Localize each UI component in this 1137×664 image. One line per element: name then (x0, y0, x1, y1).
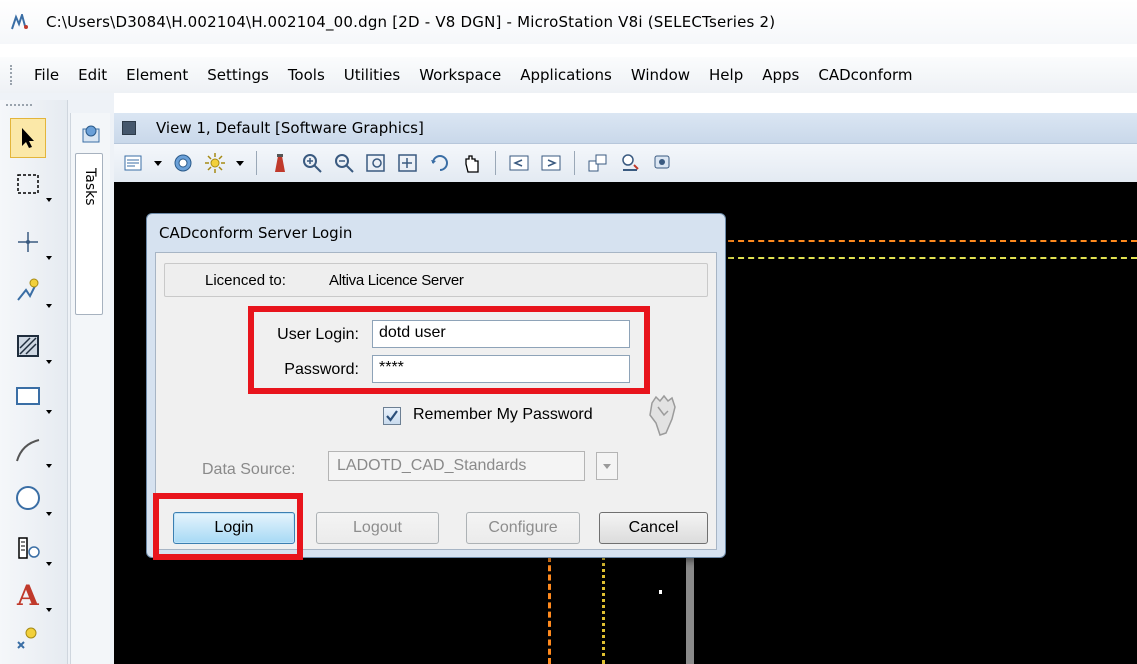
menu-utilities[interactable]: Utilities (344, 66, 400, 84)
view-toggles-icon[interactable] (651, 152, 673, 174)
menu-file[interactable]: File (34, 66, 59, 84)
menu-window[interactable]: Window (631, 66, 690, 84)
pan-view-icon[interactable] (461, 152, 483, 174)
vertical-dashed-line-orange (548, 556, 551, 664)
lighting-icon[interactable] (204, 152, 226, 174)
tab-tasks[interactable]: Tasks (75, 153, 103, 315)
licence-value: Altiva Licence Server (329, 272, 464, 289)
logout-button[interactable]: Logout (316, 512, 439, 544)
circle-icon[interactable] (10, 478, 52, 518)
clip-volume-icon[interactable] (619, 152, 641, 174)
view-next-icon[interactable] (540, 152, 562, 174)
vertical-gray-line (686, 556, 694, 664)
view-previous-icon[interactable] (508, 152, 530, 174)
tasks-label: Tasks (82, 168, 98, 206)
data-source-dropdown-button[interactable] (596, 452, 618, 480)
place-point-icon[interactable] (10, 222, 52, 262)
remember-password-label[interactable]: Remember My Password (413, 406, 593, 424)
data-source-label: Data Source: (202, 461, 296, 478)
text-icon[interactable]: A (10, 574, 52, 614)
hand-key-icon (642, 393, 682, 443)
tasks-icon[interactable] (81, 123, 103, 145)
dashed-line-orange (728, 240, 1137, 242)
view-title-bar: View 1, Default [Software Graphics] (114, 113, 1137, 144)
hatch-icon[interactable] (10, 326, 52, 366)
main-tool-palette: A (0, 100, 68, 664)
view-toolbar (114, 144, 1137, 182)
menu-element[interactable]: Element (126, 66, 188, 84)
remember-password-checkbox[interactable] (383, 407, 401, 425)
window-area-icon[interactable] (365, 152, 387, 174)
licence-label: Licenced to: (205, 272, 286, 289)
svg-text:A: A (16, 579, 40, 609)
chevron-down-icon[interactable] (236, 160, 244, 166)
rotate-view-icon[interactable] (429, 152, 451, 174)
smartline-icon[interactable] (10, 270, 52, 310)
dialog-title: CADconform Server Login (159, 224, 353, 242)
palette-grip[interactable] (6, 104, 32, 108)
licence-info-box: Licenced to: Altiva Licence Server (164, 263, 708, 297)
configure-button[interactable]: Configure (466, 512, 580, 544)
menubar-grip[interactable] (10, 65, 14, 85)
cancel-button[interactable]: Cancel (599, 512, 708, 544)
tag-icon[interactable] (10, 618, 46, 658)
vertical-dotted-line-yellow (602, 556, 605, 664)
fit-view-icon[interactable] (397, 152, 419, 174)
menu-tools[interactable]: Tools (288, 66, 325, 84)
select-arrow-icon[interactable] (10, 118, 46, 158)
view-attributes-icon[interactable] (122, 152, 144, 174)
chevron-down-icon[interactable] (154, 160, 162, 166)
credentials-highlight-box (248, 306, 650, 394)
toolbar-separator (574, 151, 575, 175)
toolbar-separator (495, 151, 496, 175)
place-fence-icon[interactable] (10, 164, 52, 204)
view-window-menu-icon[interactable] (122, 121, 136, 135)
menu-bar: File Edit Element Settings Tools Utiliti… (0, 57, 1137, 93)
cursor-pointer (659, 590, 662, 594)
cell-icon[interactable] (10, 528, 52, 568)
window-title: C:\Users\D3084\H.002104\H.002104_00.dgn … (46, 13, 776, 31)
data-source-select[interactable]: LADOTD_CAD_Standards (328, 451, 585, 481)
window-title-bar: C:\Users\D3084\H.002104\H.002104_00.dgn … (0, 0, 1137, 44)
view-title: View 1, Default [Software Graphics] (156, 119, 424, 137)
update-view-icon[interactable] (269, 152, 291, 174)
login-highlight-box (153, 493, 303, 560)
copy-view-icon[interactable] (587, 152, 609, 174)
chevron-down-icon (603, 463, 611, 469)
menu-help[interactable]: Help (709, 66, 743, 84)
toolbar-separator (256, 151, 257, 175)
rectangle-icon[interactable] (10, 376, 52, 416)
menu-applications[interactable]: Applications (520, 66, 612, 84)
menu-settings[interactable]: Settings (207, 66, 269, 84)
menu-apps[interactable]: Apps (762, 66, 799, 84)
dashed-line-yellow (728, 257, 1137, 259)
menu-cadconform[interactable]: CADconform (818, 66, 912, 84)
menu-workspace[interactable]: Workspace (419, 66, 501, 84)
display-style-icon[interactable] (172, 152, 194, 174)
microstation-icon (10, 13, 30, 31)
arc-icon[interactable] (10, 430, 52, 470)
zoom-out-icon[interactable] (333, 152, 355, 174)
tasks-panel: Tasks (70, 113, 110, 664)
menu-edit[interactable]: Edit (78, 66, 107, 84)
zoom-in-icon[interactable] (301, 152, 323, 174)
